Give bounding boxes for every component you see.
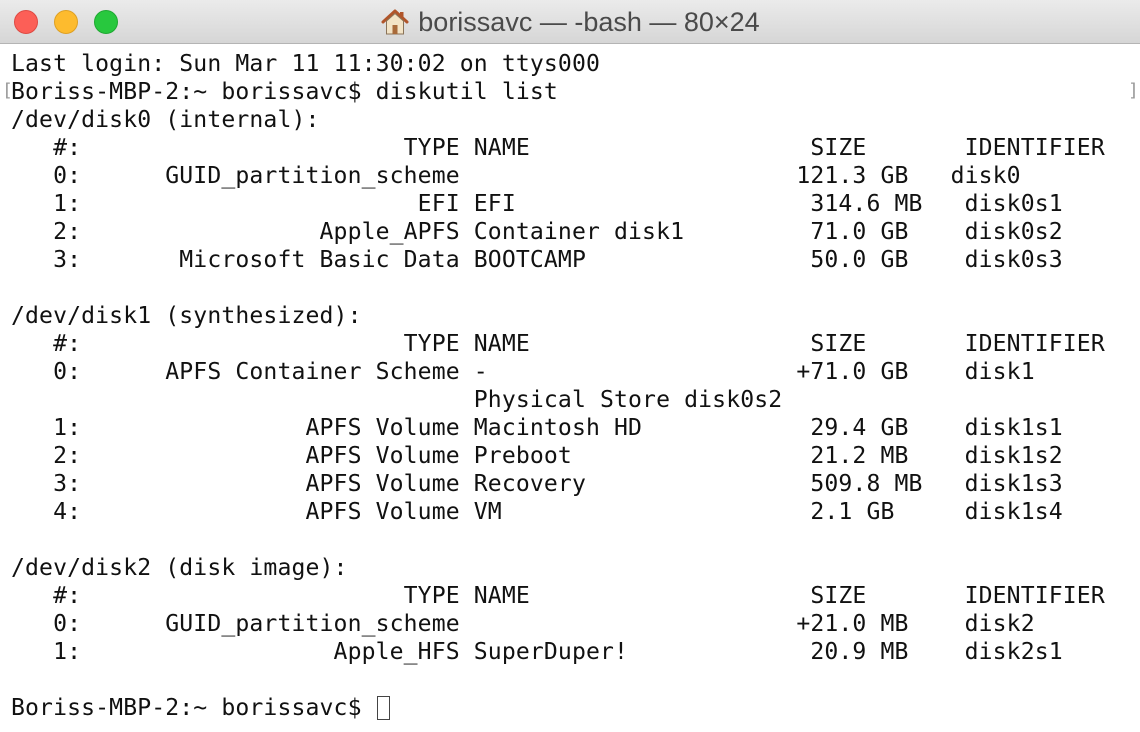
terminal-line: Last login: Sun Mar 11 11:30:02 on ttys0… <box>11 51 600 77</box>
terminal-window: borissavc — -bash — 80×24 [ ] Last login… <box>0 0 1140 732</box>
terminal-line: 3: Microsoft Basic Data BOOTCAMP 50.0 GB… <box>11 247 1063 273</box>
terminal-line: 0: GUID_partition_scheme 121.3 GB disk0 <box>11 163 1021 189</box>
terminal-line: /dev/disk2 (disk image): <box>11 555 348 581</box>
terminal-line: Boriss-MBP-2:~ borissavc$ diskutil list <box>11 79 558 105</box>
terminal-line: 1: Apple_HFS SuperDuper! 20.9 MB disk2s1 <box>11 639 1063 665</box>
terminal-line: #: TYPE NAME SIZE IDENTIFIER <box>11 583 1105 609</box>
terminal-line: 2: Apple_APFS Container disk1 71.0 GB di… <box>11 219 1063 245</box>
home-icon <box>380 8 410 36</box>
terminal-line: Physical Store disk0s2 <box>11 387 783 413</box>
terminal-line: 0: APFS Container Scheme - +71.0 GB disk… <box>11 359 1035 385</box>
terminal-line: 4: APFS Volume VM 2.1 GB disk1s4 <box>11 499 1063 525</box>
terminal-line: /dev/disk1 (synthesized): <box>11 303 362 329</box>
title-bar[interactable]: borissavc — -bash — 80×24 <box>0 0 1140 44</box>
terminal-line: 1: EFI EFI 314.6 MB disk0s1 <box>11 191 1063 217</box>
mark-bracket-right: ] <box>1128 80 1139 101</box>
terminal-line: 3: APFS Volume Recovery 509.8 MB disk1s3 <box>11 471 1063 497</box>
terminal-line: #: TYPE NAME SIZE IDENTIFIER <box>11 135 1105 161</box>
text-cursor <box>376 696 390 720</box>
window-title-group: borissavc — -bash — 80×24 <box>0 0 1140 44</box>
terminal-line: 1: APFS Volume Macintosh HD 29.4 GB disk… <box>11 415 1063 441</box>
terminal-line: #: TYPE NAME SIZE IDENTIFIER <box>11 331 1105 357</box>
shell-prompt: Boriss-MBP-2:~ borissavc$ <box>11 694 390 722</box>
terminal-content[interactable]: [ ] Last login: Sun Mar 11 11:30:02 on t… <box>0 44 1140 732</box>
window-title: borissavc — -bash — 80×24 <box>418 6 760 37</box>
terminal-line: 0: GUID_partition_scheme +21.0 MB disk2 <box>11 611 1035 637</box>
terminal-line: /dev/disk0 (internal): <box>11 107 320 133</box>
terminal-line: 2: APFS Volume Preboot 21.2 MB disk1s2 <box>11 443 1063 469</box>
